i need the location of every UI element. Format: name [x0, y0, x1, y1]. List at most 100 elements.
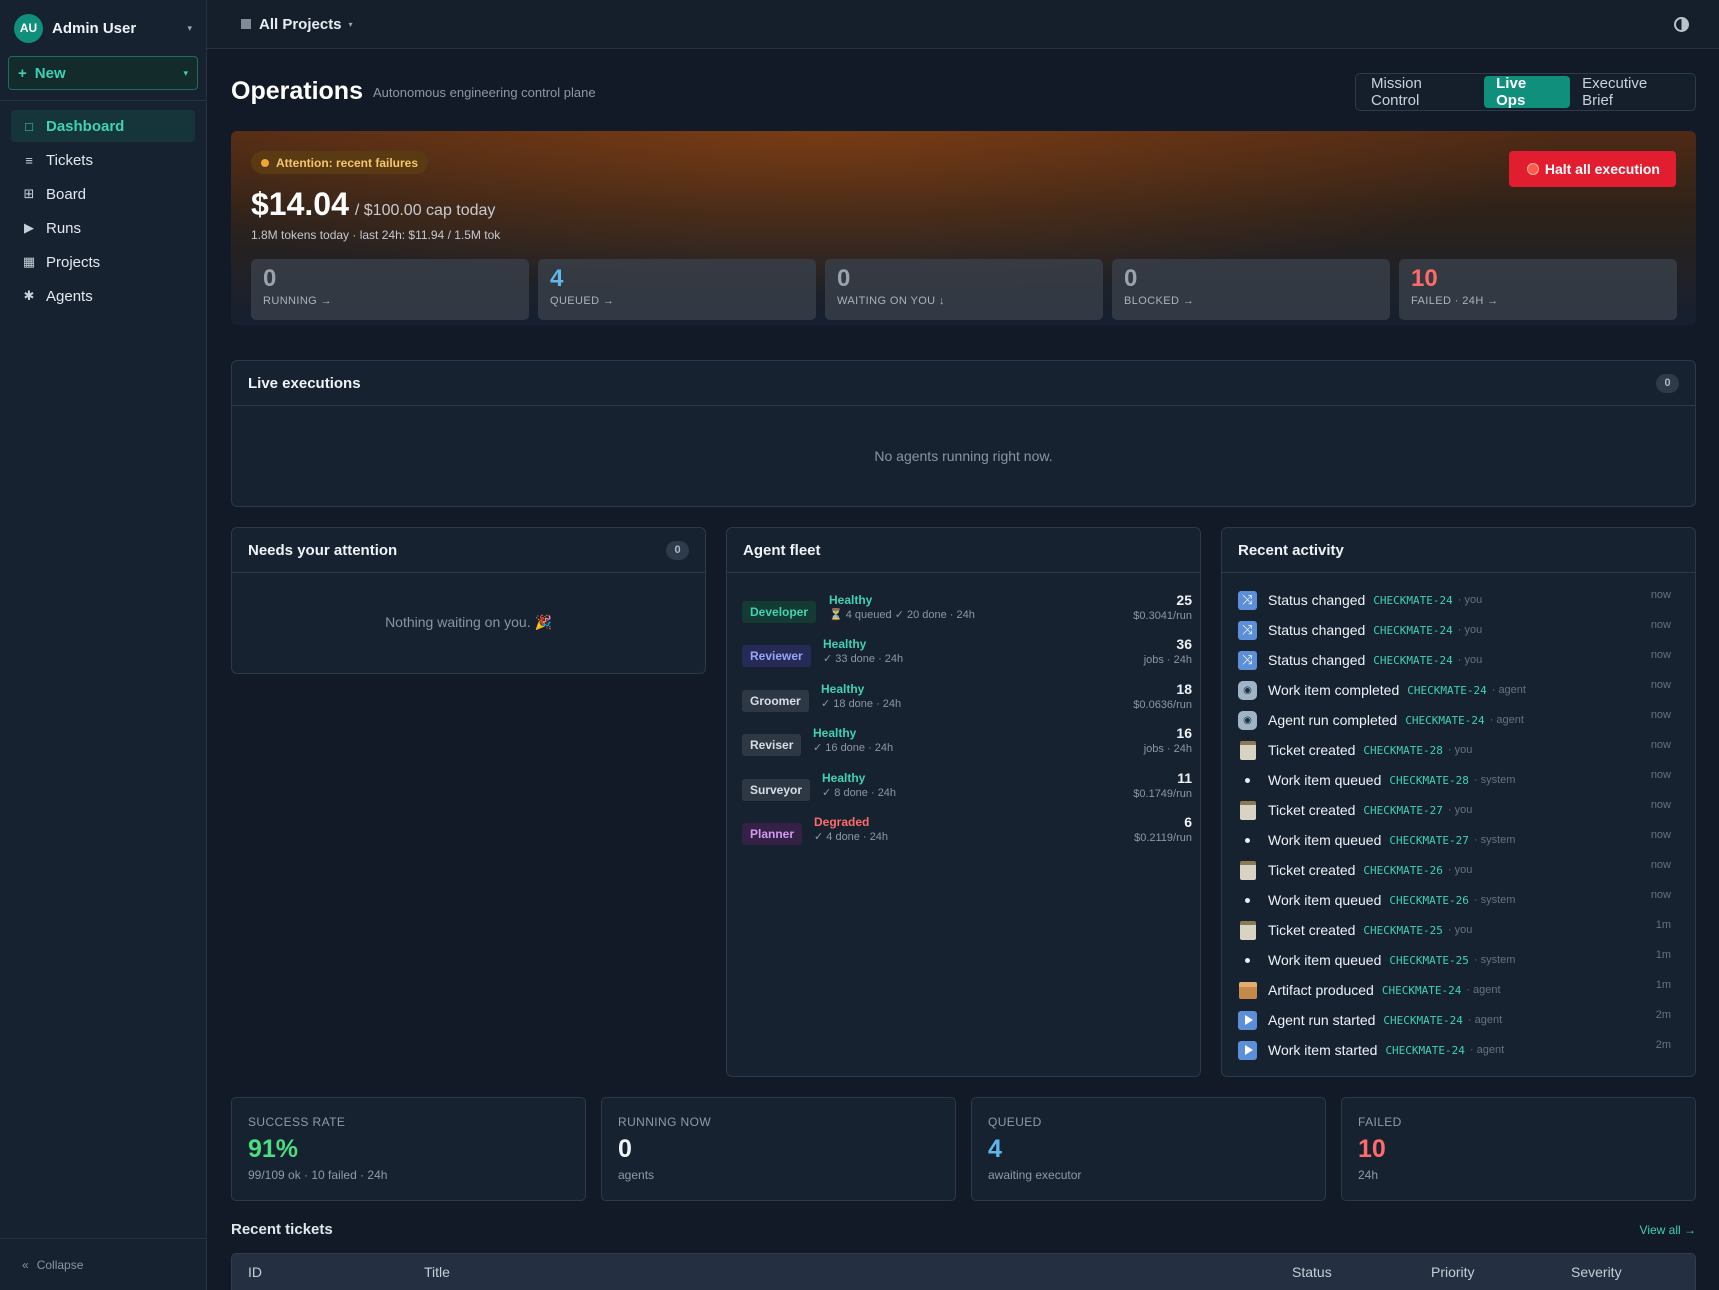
stat-blocked[interactable]: 0 BLOCKED →: [1112, 259, 1390, 320]
new-button[interactable]: + New ▾: [8, 56, 198, 90]
kpi-value: 91%: [248, 1135, 299, 1163]
view-all-link[interactable]: View all →: [1640, 1223, 1696, 1237]
ticket-key[interactable]: CHECKMATE-24: [1407, 684, 1486, 697]
needs-attention-card: Needs your attention 0 Nothing waiting o…: [231, 527, 706, 674]
column-header-priority[interactable]: Priority: [1431, 1264, 1475, 1280]
activity-time: now: [1650, 649, 1671, 661]
agent-sub: $0.0636/run: [1133, 699, 1192, 711]
activity-item[interactable]: ◉ Work item completed CHECKMATE-24 · age…: [1237, 675, 1671, 705]
ticket-key[interactable]: CHECKMATE-24: [1373, 654, 1452, 667]
user-menu[interactable]: AU Admin User ▾: [0, 0, 206, 56]
activity-text: Status changed: [1268, 652, 1366, 668]
activity-time: 1m: [1655, 979, 1671, 991]
ticket-key[interactable]: CHECKMATE-24: [1385, 1044, 1464, 1057]
agent-sub: jobs · 24h: [1143, 743, 1192, 755]
avatar: AU: [14, 13, 43, 43]
activity-item[interactable]: Ticket created CHECKMATE-28 · you now: [1237, 735, 1671, 765]
recent-tickets-title: Recent tickets: [231, 1221, 333, 1238]
theme-toggle-icon[interactable]: [1674, 17, 1689, 32]
activity-item[interactable]: ⤨ Status changed CHECKMATE-24 · you now: [1237, 645, 1671, 675]
tab-live-ops[interactable]: Live Ops: [1484, 75, 1571, 109]
agent-health: Degraded: [814, 815, 870, 829]
agent-sub: $0.3041/run: [1133, 610, 1192, 622]
agent-row[interactable]: Reviser Healthy ✓ 16 done · 24h 16 jobs …: [742, 725, 1192, 765]
ticket-key[interactable]: CHECKMATE-24: [1382, 984, 1461, 997]
agent-row[interactable]: Reviewer Healthy ✓ 33 done · 24h 36 jobs…: [742, 636, 1192, 676]
sidebar-item-board[interactable]: ⊞ Board: [11, 178, 195, 210]
kpi-value: 10: [1358, 1135, 1386, 1163]
stat-running[interactable]: 0 RUNNING →: [251, 259, 529, 320]
ticket-key[interactable]: CHECKMATE-24: [1373, 624, 1452, 637]
sidebar-item-tickets[interactable]: ≡ Tickets: [11, 144, 195, 176]
activity-text: Work item queued: [1268, 952, 1382, 968]
halt-all-button[interactable]: Halt all execution: [1508, 151, 1676, 187]
column-header-status[interactable]: Status: [1292, 1264, 1332, 1280]
sidebar-item-runs[interactable]: ▶ Runs: [11, 212, 195, 244]
activity-item[interactable]: ⤨ Status changed CHECKMATE-24 · you now: [1237, 585, 1671, 615]
stat-waiting[interactable]: 0 WAITING ON YOU ↓: [825, 259, 1103, 320]
ticket-key[interactable]: CHECKMATE-25: [1389, 954, 1468, 967]
ticket-key[interactable]: CHECKMATE-26: [1389, 894, 1468, 907]
table-icon: ▦: [22, 254, 36, 269]
activity-item[interactable]: Ticket created CHECKMATE-27 · you now: [1237, 795, 1671, 825]
ticket-key[interactable]: CHECKMATE-27: [1389, 834, 1468, 847]
ticket-key[interactable]: CHECKMATE-28: [1389, 774, 1468, 787]
activity-item[interactable]: Work item queued CHECKMATE-25 · system 1…: [1237, 945, 1671, 975]
robot-icon: ◉: [1237, 710, 1258, 731]
agent-health: Healthy: [829, 593, 873, 607]
play-icon: [1237, 1040, 1258, 1061]
activity-item[interactable]: Work item queued CHECKMATE-28 · system n…: [1237, 765, 1671, 795]
activity-item[interactable]: Ticket created CHECKMATE-25 · you 1m: [1237, 915, 1671, 945]
ticket-key[interactable]: CHECKMATE-26: [1363, 864, 1442, 877]
kpi-label: SUCCESS RATE: [248, 1115, 346, 1129]
tickets-table-header: ID Title Status Priority Severity: [231, 1253, 1696, 1290]
activity-actor: · agent: [1491, 684, 1526, 696]
activity-actor: · agent: [1467, 1014, 1503, 1026]
column-header-severity[interactable]: Severity: [1571, 1264, 1622, 1280]
activity-text: Status changed: [1268, 592, 1366, 608]
ticket-key[interactable]: CHECKMATE-24: [1405, 714, 1484, 727]
shuffle-icon: ⤨: [1237, 620, 1258, 641]
ticket-key[interactable]: CHECKMATE-25: [1363, 924, 1442, 937]
tab-executive-brief[interactable]: Executive Brief: [1570, 75, 1692, 109]
column-header-title[interactable]: Title: [424, 1264, 450, 1280]
ticket-key[interactable]: CHECKMATE-24: [1373, 594, 1452, 607]
count-badge: 0: [1656, 373, 1679, 393]
sidebar-item-agents[interactable]: ✱ Agents: [11, 280, 195, 312]
agent-count: 18: [1176, 681, 1192, 697]
column-header-id[interactable]: ID: [248, 1264, 262, 1280]
stat-value: 0: [263, 265, 277, 292]
ticket-key[interactable]: CHECKMATE-27: [1363, 804, 1442, 817]
activity-item[interactable]: ◉ Agent run completed CHECKMATE-24 · age…: [1237, 705, 1671, 735]
sidebar-item-dashboard[interactable]: □ Dashboard: [11, 110, 195, 142]
card-title: Agent fleet: [743, 541, 821, 559]
activity-item[interactable]: Work item queued CHECKMATE-27 · system n…: [1237, 825, 1671, 855]
activity-item[interactable]: Ticket created CHECKMATE-26 · you now: [1237, 855, 1671, 885]
clipboard-icon: [1237, 860, 1258, 881]
agent-health: Healthy: [821, 682, 865, 696]
tab-mission-control[interactable]: Mission Control: [1359, 75, 1484, 109]
agent-row[interactable]: Surveyor Healthy ✓ 8 done · 24h 11 $0.17…: [742, 770, 1192, 810]
activity-item[interactable]: Agent run started CHECKMATE-24 · agent 2…: [1237, 1005, 1671, 1035]
activity-item[interactable]: Work item started CHECKMATE-24 · agent 2…: [1237, 1035, 1671, 1065]
dot-icon: [1237, 890, 1258, 911]
collapse-label: Collapse: [36, 1257, 84, 1272]
new-button-label: New: [34, 64, 66, 82]
activity-item[interactable]: Work item queued CHECKMATE-26 · system n…: [1237, 885, 1671, 915]
project-selector[interactable]: All Projects ▾: [241, 16, 353, 33]
stat-label: RUNNING →: [263, 295, 332, 307]
activity-item[interactable]: Artifact produced CHECKMATE-24 · agent 1…: [1237, 975, 1671, 1005]
attention-text: Attention: recent failures: [276, 155, 419, 170]
agent-row[interactable]: Developer Healthy ⏳ 4 queued ✓ 20 done ·…: [742, 592, 1192, 632]
activity-item[interactable]: ⤨ Status changed CHECKMATE-24 · you now: [1237, 615, 1671, 645]
collapse-button[interactable]: « Collapse: [0, 1238, 206, 1290]
stat-label: QUEUED →: [550, 295, 615, 307]
agent-row[interactable]: Groomer Healthy ✓ 18 done · 24h 18 $0.06…: [742, 681, 1192, 721]
agent-row[interactable]: Planner Degraded ✓ 4 done · 24h 6 $0.211…: [742, 814, 1192, 854]
sidebar-item-label: Dashboard: [46, 117, 125, 135]
sidebar-item-projects[interactable]: ▦ Projects: [11, 246, 195, 278]
stat-queued[interactable]: 4 QUEUED →: [538, 259, 816, 320]
ticket-key[interactable]: CHECKMATE-28: [1363, 744, 1442, 757]
stat-failed[interactable]: 10 FAILED · 24H →: [1399, 259, 1677, 320]
ticket-key[interactable]: CHECKMATE-24: [1383, 1014, 1462, 1027]
